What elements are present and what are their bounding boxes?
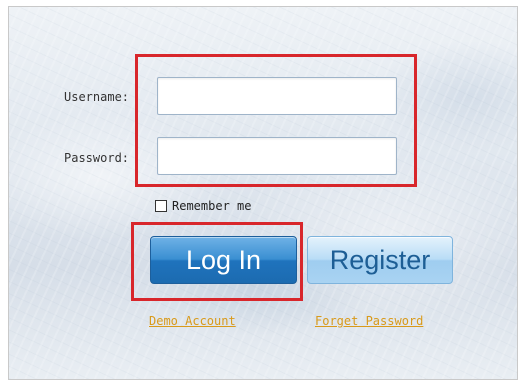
remember-me-checkbox[interactable]: [155, 200, 167, 212]
password-input[interactable]: [157, 137, 397, 175]
username-input[interactable]: [157, 77, 397, 115]
remember-me-label: Remember me: [172, 199, 252, 213]
demo-account-link[interactable]: Demo Account: [149, 314, 236, 328]
world-map-background: [9, 7, 517, 379]
forget-password-link[interactable]: Forget Password: [315, 314, 423, 328]
login-panel: [8, 6, 518, 380]
register-button[interactable]: Register: [307, 236, 453, 284]
username-label: Username:: [64, 90, 130, 104]
password-label: Password:: [64, 151, 130, 165]
login-button[interactable]: Log In: [150, 236, 297, 284]
